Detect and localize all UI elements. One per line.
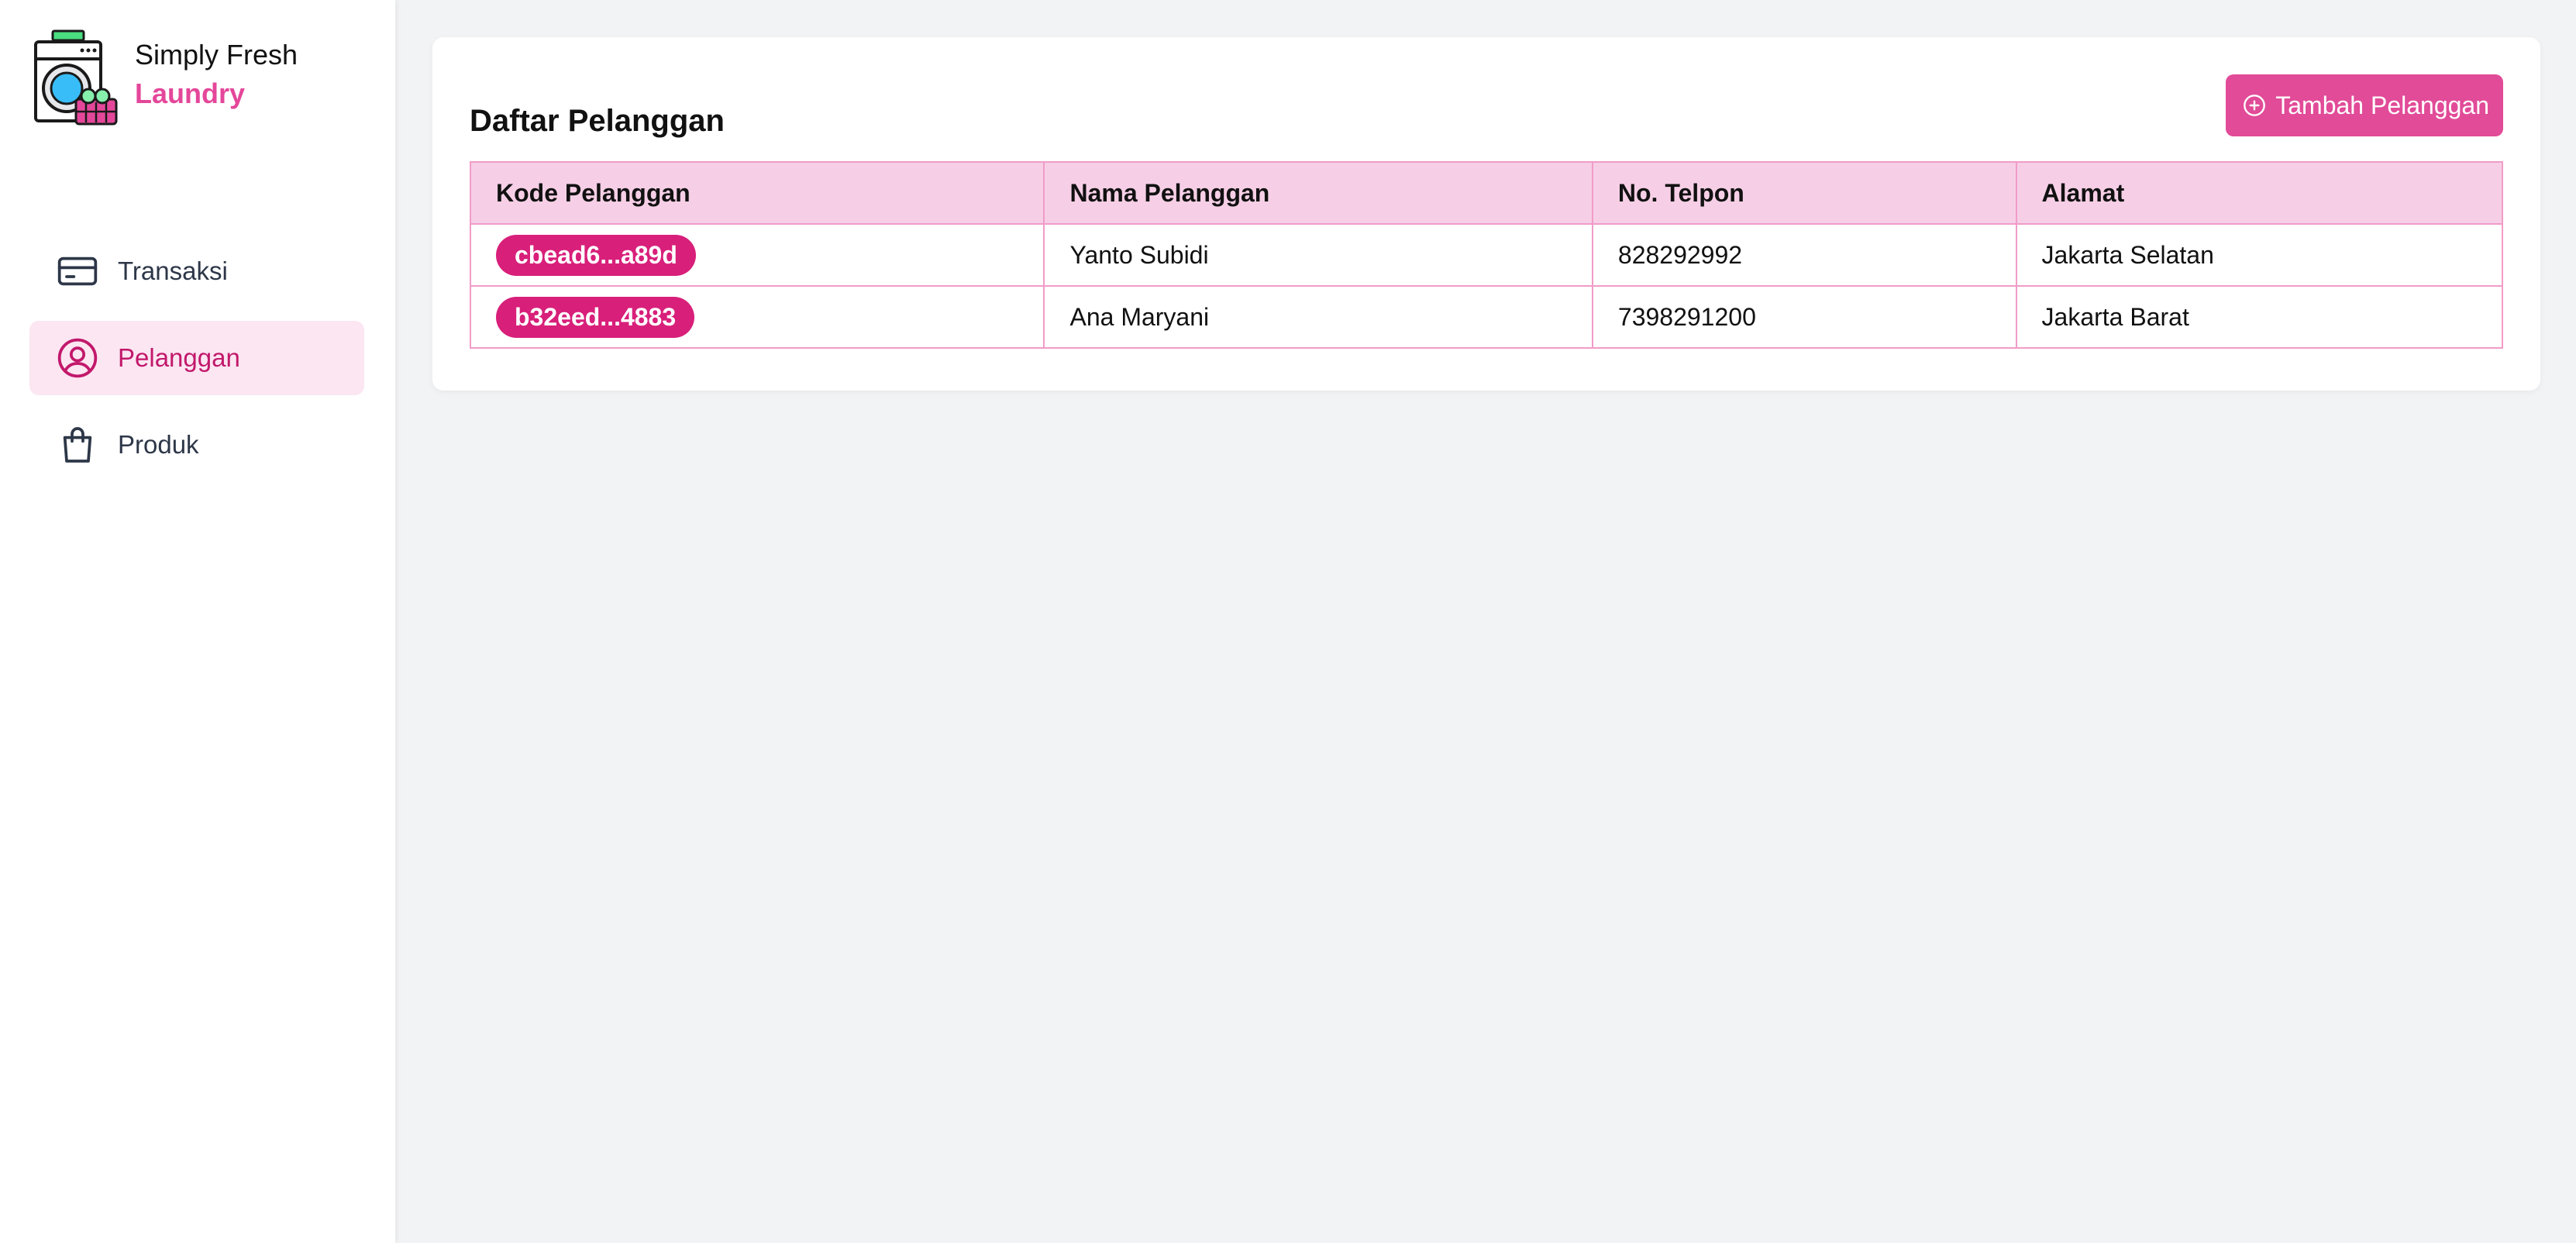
sidebar-item-transaksi[interactable]: Transaksi bbox=[29, 234, 364, 308]
brand-name-line1: Simply Fresh bbox=[135, 39, 298, 71]
table-row[interactable]: cbead6...a89d Yanto Subidi 828292992 Jak… bbox=[469, 223, 2504, 287]
brand-text: Simply Fresh Laundry bbox=[135, 36, 298, 114]
add-customer-button-label: Tambah Pelanggan bbox=[2275, 91, 2489, 119]
cell-name: Ana Maryani bbox=[1043, 285, 1593, 349]
table-header-row: Kode Pelanggan Nama Pelanggan No. Telpon… bbox=[469, 161, 2504, 225]
credit-card-icon bbox=[56, 250, 99, 293]
shopping-bag-icon bbox=[56, 423, 99, 467]
column-header-code: Kode Pelanggan bbox=[469, 161, 1045, 225]
column-header-phone: No. Telpon bbox=[1591, 161, 2017, 225]
cell-phone: 7398291200 bbox=[1591, 285, 2017, 349]
cell-name: Yanto Subidi bbox=[1043, 223, 1593, 287]
cell-code: b32eed...4883 bbox=[469, 285, 1045, 349]
sidebar-item-label: Transaksi bbox=[118, 257, 228, 285]
laundry-logo-icon bbox=[34, 29, 118, 126]
cell-address: Jakarta Barat bbox=[2015, 285, 2504, 349]
customer-table: Kode Pelanggan Nama Pelanggan No. Telpon… bbox=[469, 161, 2504, 349]
sidebar: Simply Fresh Laundry Transaksi Pelanggan… bbox=[0, 0, 395, 1243]
column-header-address: Alamat bbox=[2015, 161, 2504, 225]
customer-code-badge[interactable]: cbead6...a89d bbox=[496, 234, 696, 276]
add-customer-button[interactable]: Tambah Pelanggan bbox=[2226, 74, 2503, 136]
plus-circle-icon bbox=[2241, 92, 2268, 119]
sidebar-item-label: Pelanggan bbox=[118, 343, 240, 372]
customer-list-card: Daftar Pelanggan Tambah Pelanggan Kode P… bbox=[432, 37, 2540, 391]
sidebar-item-label: Produk bbox=[118, 430, 199, 459]
user-circle-icon bbox=[56, 336, 99, 380]
brand[interactable]: Simply Fresh Laundry bbox=[33, 29, 298, 127]
sidebar-item-pelanggan[interactable]: Pelanggan bbox=[29, 321, 364, 395]
sidebar-item-produk[interactable]: Produk bbox=[29, 408, 364, 482]
brand-name-line2: Laundry bbox=[135, 77, 246, 110]
table-row[interactable]: b32eed...4883 Ana Maryani 7398291200 Jak… bbox=[469, 285, 2504, 349]
customer-code-badge[interactable]: b32eed...4883 bbox=[496, 296, 695, 338]
column-header-name: Nama Pelanggan bbox=[1043, 161, 1593, 225]
cell-phone: 828292992 bbox=[1591, 223, 2017, 287]
cell-code: cbead6...a89d bbox=[469, 223, 1045, 287]
sidebar-nav: Transaksi Pelanggan Produk bbox=[29, 234, 364, 494]
page-title: Daftar Pelanggan bbox=[470, 104, 725, 138]
cell-address: Jakarta Selatan bbox=[2015, 223, 2504, 287]
